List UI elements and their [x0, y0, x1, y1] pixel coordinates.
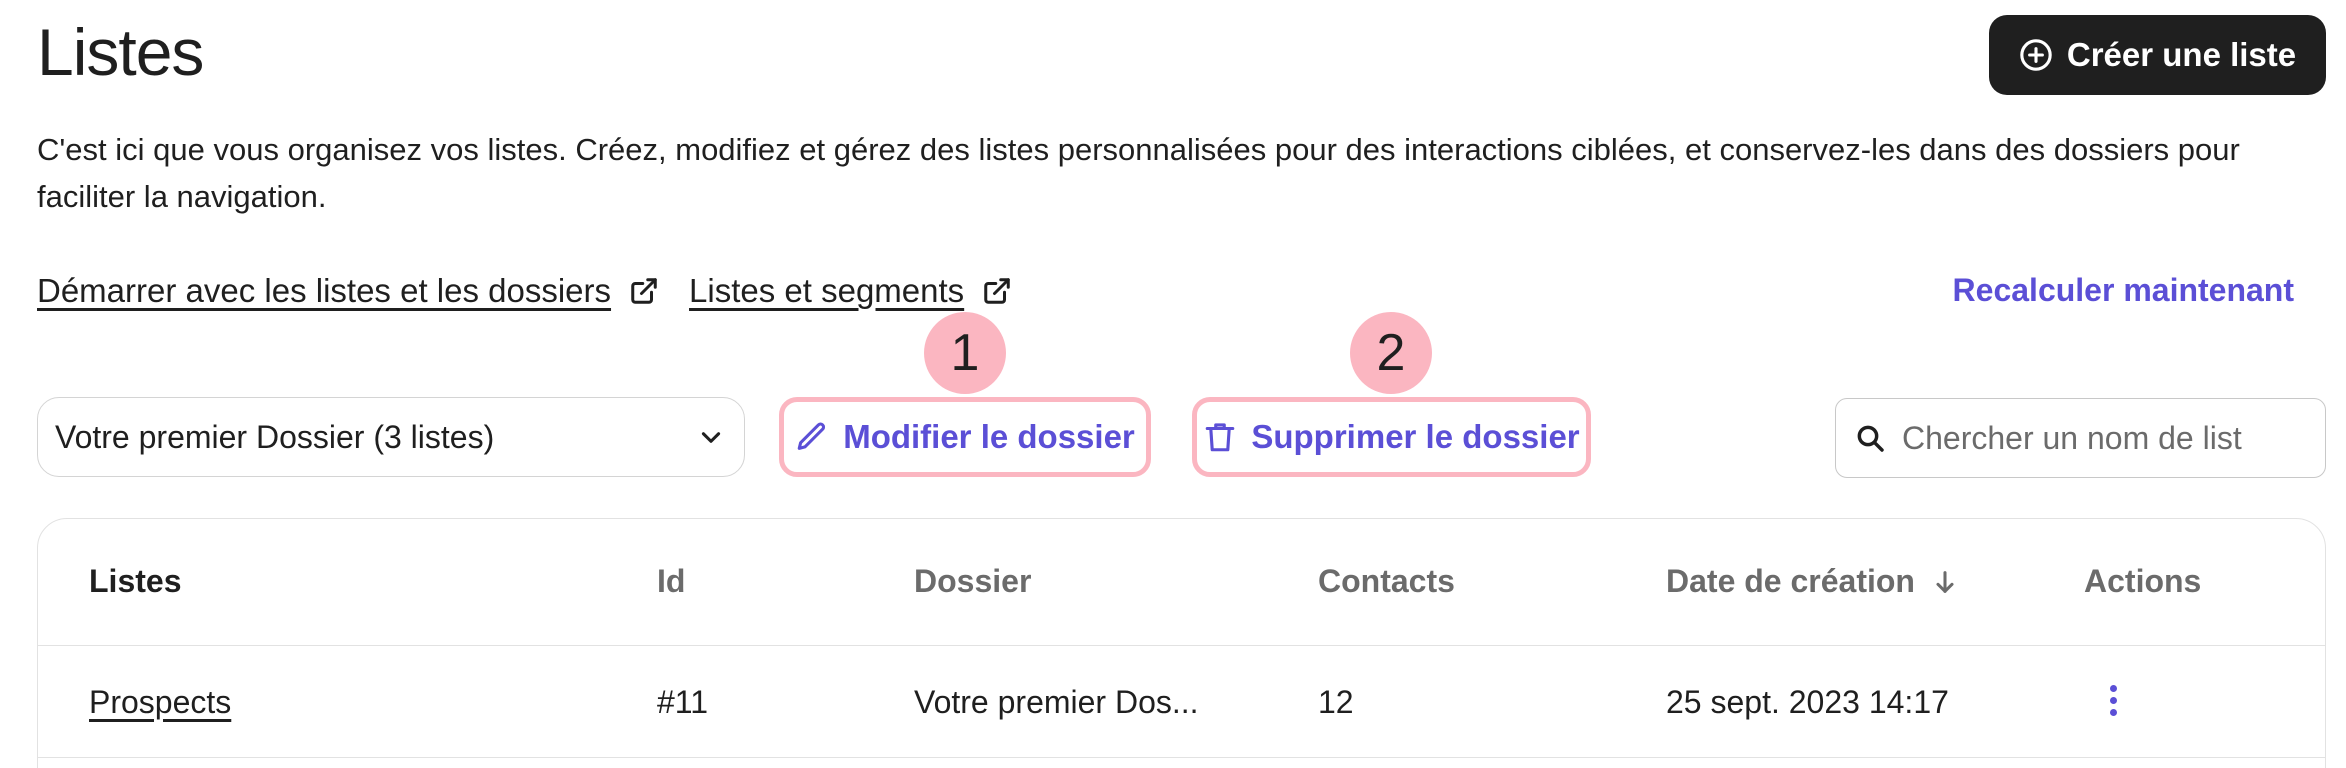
- list-contacts: 12: [1318, 684, 1354, 720]
- recalculate-link[interactable]: Recalculer maintenant: [1953, 272, 2294, 309]
- list-id: #11: [657, 684, 709, 720]
- help-link-lists-segments[interactable]: Listes et segments: [689, 272, 1012, 310]
- folder-select-value: Votre premier Dossier (3 listes): [55, 418, 495, 455]
- column-header-actions: Actions: [2084, 563, 2202, 599]
- help-links: Démarrer avec les listes et les dossiers…: [37, 272, 1012, 310]
- search-box: [1835, 398, 2326, 478]
- pencil-icon: [797, 422, 826, 450]
- column-header-id[interactable]: Id: [657, 563, 685, 600]
- help-link-label: Démarrer avec les listes et les dossiers: [37, 272, 612, 309]
- table-header: Listes Id Dossier Contacts Date de créat…: [38, 519, 2325, 646]
- edit-folder-button[interactable]: Modifier le dossier: [779, 397, 1151, 477]
- plus-circle-icon: [2020, 39, 2052, 71]
- edit-folder-label: Modifier le dossier: [843, 418, 1135, 455]
- more-vertical-icon[interactable]: [2105, 678, 2121, 722]
- search-icon: [1857, 425, 1884, 452]
- lists-table: Listes Id Dossier Contacts Date de créat…: [37, 518, 2326, 768]
- delete-folder-button[interactable]: Supprimer le dossier: [1192, 397, 1591, 477]
- create-list-label: Créer une liste: [2066, 36, 2297, 73]
- page-description: C'est ici que vous organisez vos listes.…: [37, 132, 2240, 214]
- create-list-button[interactable]: Créer une liste: [1989, 15, 2326, 95]
- callout-badge-1: 1: [924, 312, 1006, 394]
- help-link-getting-started[interactable]: Démarrer avec les listes et les dossiers: [37, 272, 659, 310]
- list-folder: Votre premier Dos...: [914, 684, 1199, 720]
- column-header-created[interactable]: Date de création: [1666, 563, 1959, 600]
- folder-select[interactable]: Votre premier Dossier (3 listes): [37, 397, 745, 477]
- column-header-lists[interactable]: Listes: [89, 563, 181, 600]
- arrow-down-icon: [1936, 570, 1954, 593]
- column-header-folder[interactable]: Dossier: [914, 563, 1031, 600]
- list-created-date: 25 sept. 2023 14:17: [1666, 684, 1949, 720]
- external-link-icon: [984, 278, 1010, 304]
- page-title: Listes: [37, 15, 204, 89]
- callout-badge-2: 2: [1350, 312, 1432, 394]
- chevron-down-icon: [701, 432, 721, 443]
- trash-icon: [1206, 423, 1235, 452]
- table-row: Prospects #11 Votre premier Dos... 12 25…: [38, 646, 2325, 758]
- list-name-link[interactable]: Prospects: [89, 684, 231, 721]
- help-link-label: Listes et segments: [689, 272, 965, 309]
- column-header-contacts[interactable]: Contacts: [1318, 563, 1455, 600]
- external-link-icon: [631, 278, 657, 304]
- delete-folder-label: Supprimer le dossier: [1251, 418, 1580, 455]
- search-input[interactable]: [1902, 419, 2307, 457]
